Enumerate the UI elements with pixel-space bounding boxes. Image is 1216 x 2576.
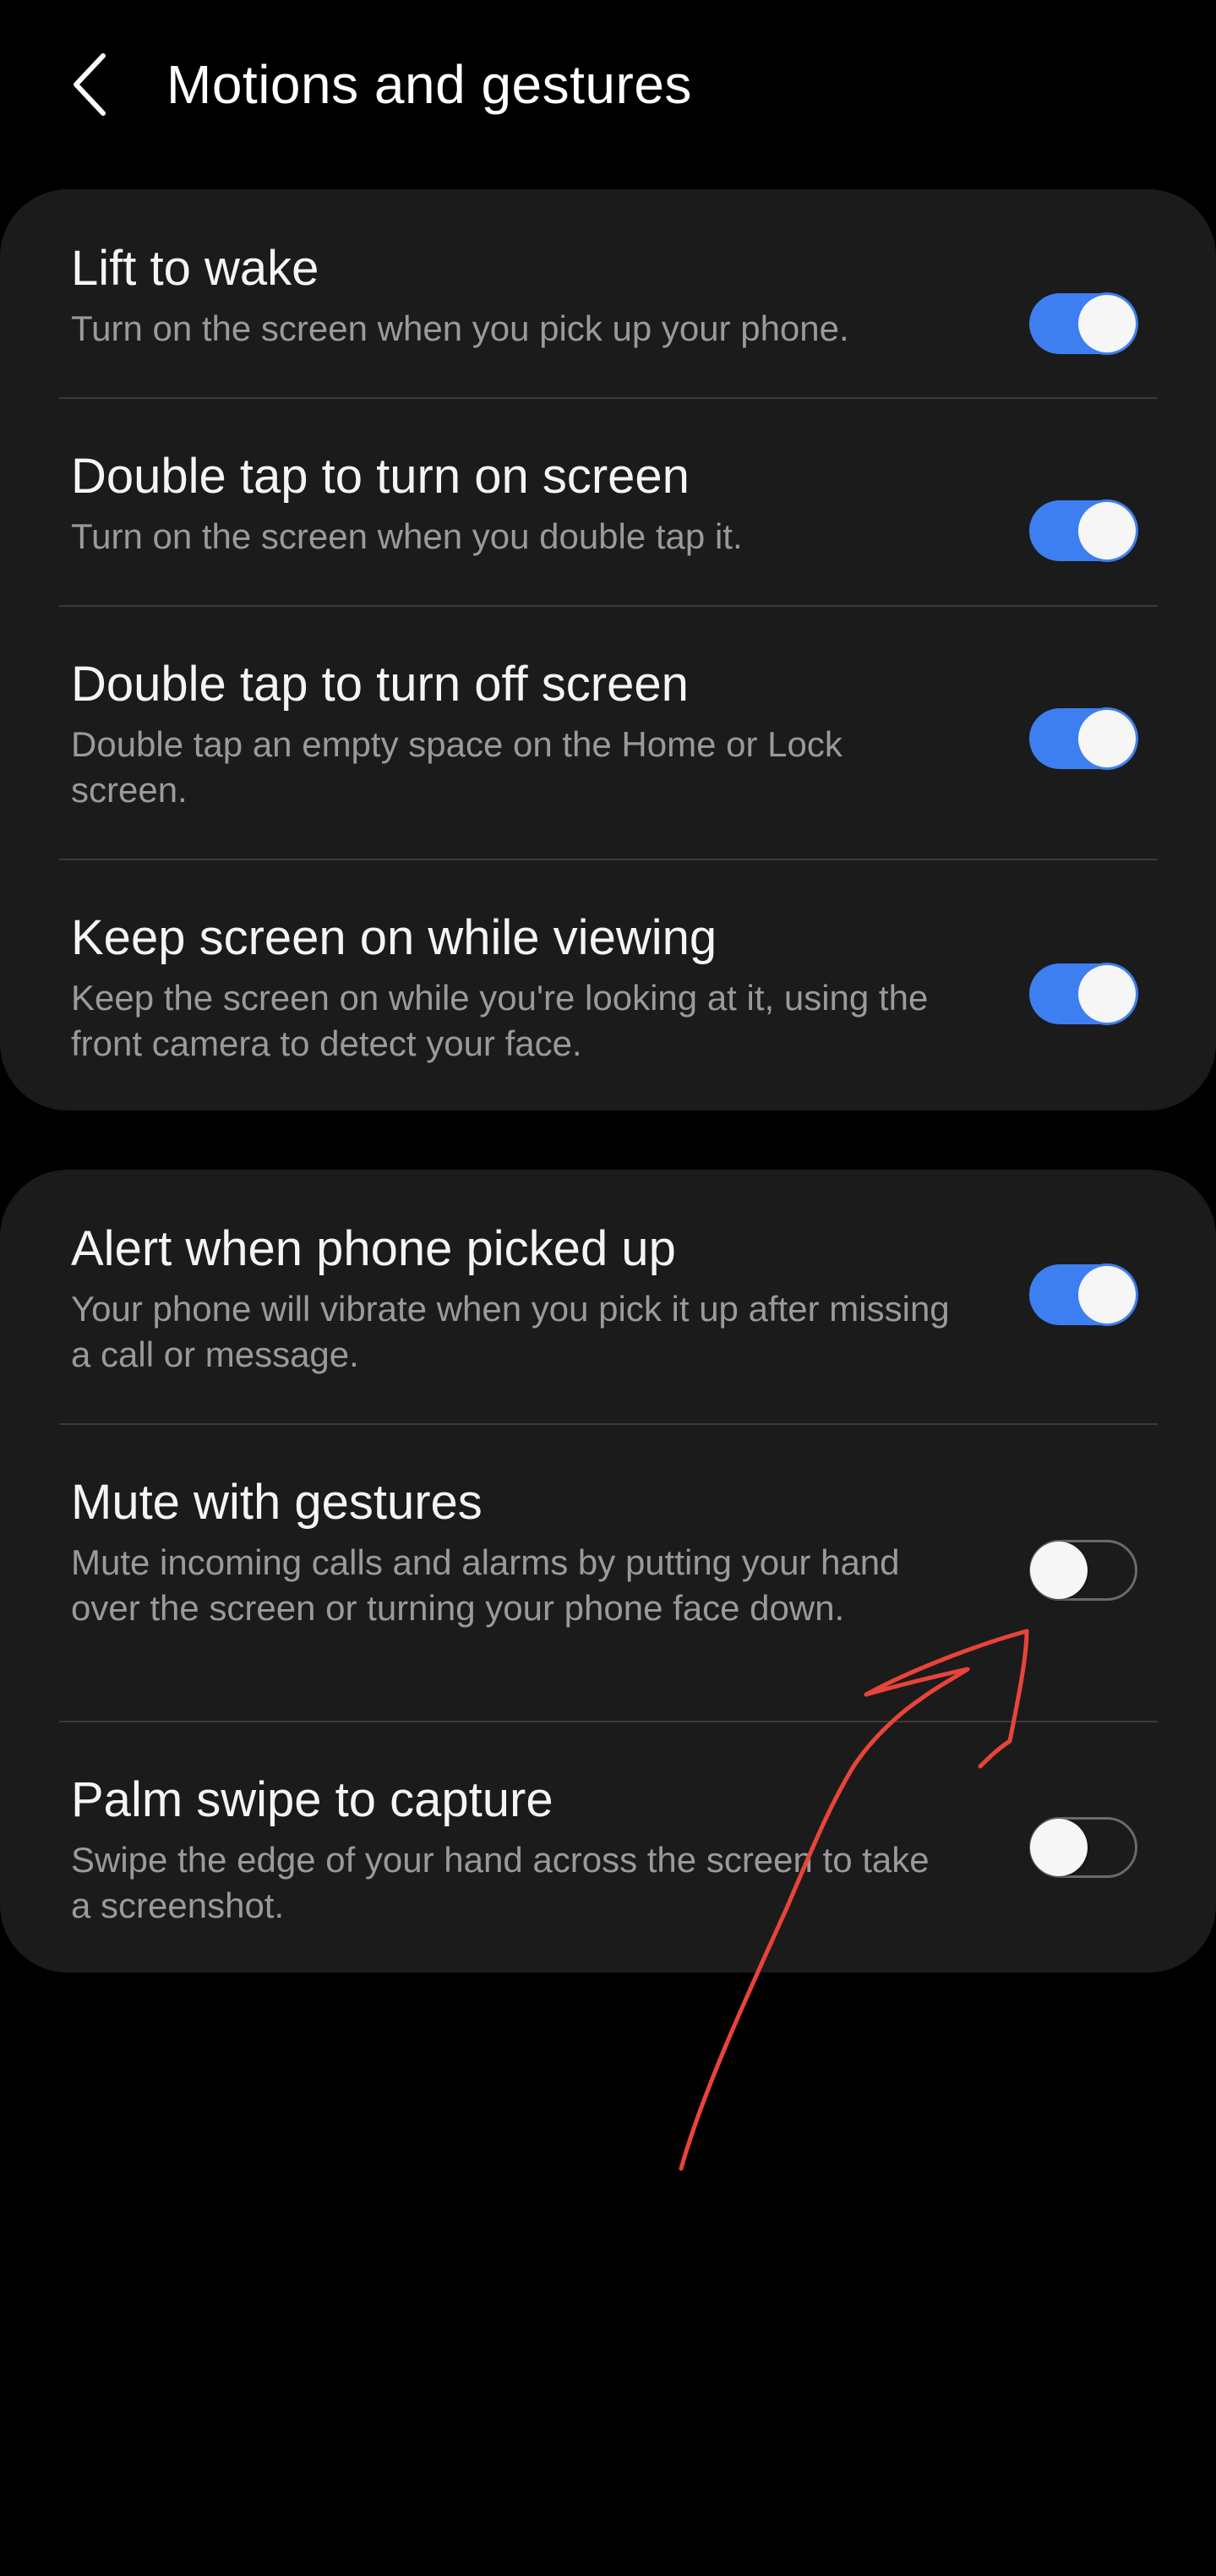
back-button[interactable] (59, 44, 127, 125)
lift-to-wake-toggle[interactable] (1029, 293, 1137, 354)
palm-swipe-toggle[interactable] (1029, 1817, 1137, 1878)
toggle-knob (1030, 1819, 1088, 1876)
setting-title: Alert when phone picked up (71, 1221, 676, 1276)
setting-title: Keep screen on while viewing (71, 910, 717, 965)
setting-double-tap-on[interactable]: Double tap to turn on screen Turn on the… (0, 399, 1216, 605)
keep-screen-on-toggle[interactable] (1029, 963, 1137, 1024)
mute-with-gestures-toggle[interactable] (1029, 1540, 1137, 1601)
double-tap-off-toggle[interactable] (1029, 708, 1137, 769)
app-header: Motions and gestures (0, 0, 1216, 169)
setting-mute-with-gestures[interactable]: Mute with gestures Mute incoming calls a… (0, 1425, 1216, 1721)
setting-description: Turn on the screen when you double tap i… (71, 516, 743, 556)
setting-title: Lift to wake (71, 241, 319, 296)
setting-title: Mute with gestures (71, 1475, 483, 1530)
page-title: Motions and gestures (166, 54, 692, 115)
setting-description: Your phone will vibrate when you pick it… (71, 1289, 950, 1374)
double-tap-on-toggle[interactable] (1029, 500, 1137, 561)
setting-double-tap-off[interactable]: Double tap to turn off screen Double tap… (0, 607, 1216, 859)
setting-title: Double tap to turn off screen (71, 657, 689, 712)
toggle-knob (1078, 965, 1136, 1023)
toggle-knob (1078, 1266, 1136, 1323)
setting-description: Swipe the edge of your hand across the s… (71, 1840, 930, 1925)
toggle-knob (1078, 295, 1136, 352)
setting-description: Turn on the screen when you pick up your… (71, 308, 849, 348)
setting-description: Keep the screen on while you're looking … (71, 978, 929, 1063)
toggle-knob (1078, 710, 1136, 767)
setting-title: Double tap to turn on screen (71, 449, 690, 504)
setting-description: Double tap an empty space on the Home or… (71, 724, 842, 810)
settings-group-1: Lift to wake Turn on the screen when you… (0, 189, 1216, 1111)
setting-keep-screen-on[interactable]: Keep screen on while viewing Keep the sc… (0, 860, 1216, 1111)
alert-picked-up-toggle[interactable] (1029, 1264, 1137, 1325)
setting-lift-to-wake[interactable]: Lift to wake Turn on the screen when you… (0, 189, 1216, 397)
settings-group-2: Alert when phone picked up Your phone wi… (0, 1170, 1216, 1973)
toggle-knob (1030, 1542, 1088, 1599)
setting-alert-picked-up[interactable]: Alert when phone picked up Your phone wi… (0, 1170, 1216, 1423)
toggle-knob (1078, 502, 1136, 559)
setting-palm-swipe[interactable]: Palm swipe to capture Swipe the edge of … (0, 1722, 1216, 1973)
setting-description: Mute incoming calls and alarms by puttin… (71, 1542, 900, 1628)
setting-title: Palm swipe to capture (71, 1772, 553, 1827)
chevron-left-icon (74, 53, 106, 116)
